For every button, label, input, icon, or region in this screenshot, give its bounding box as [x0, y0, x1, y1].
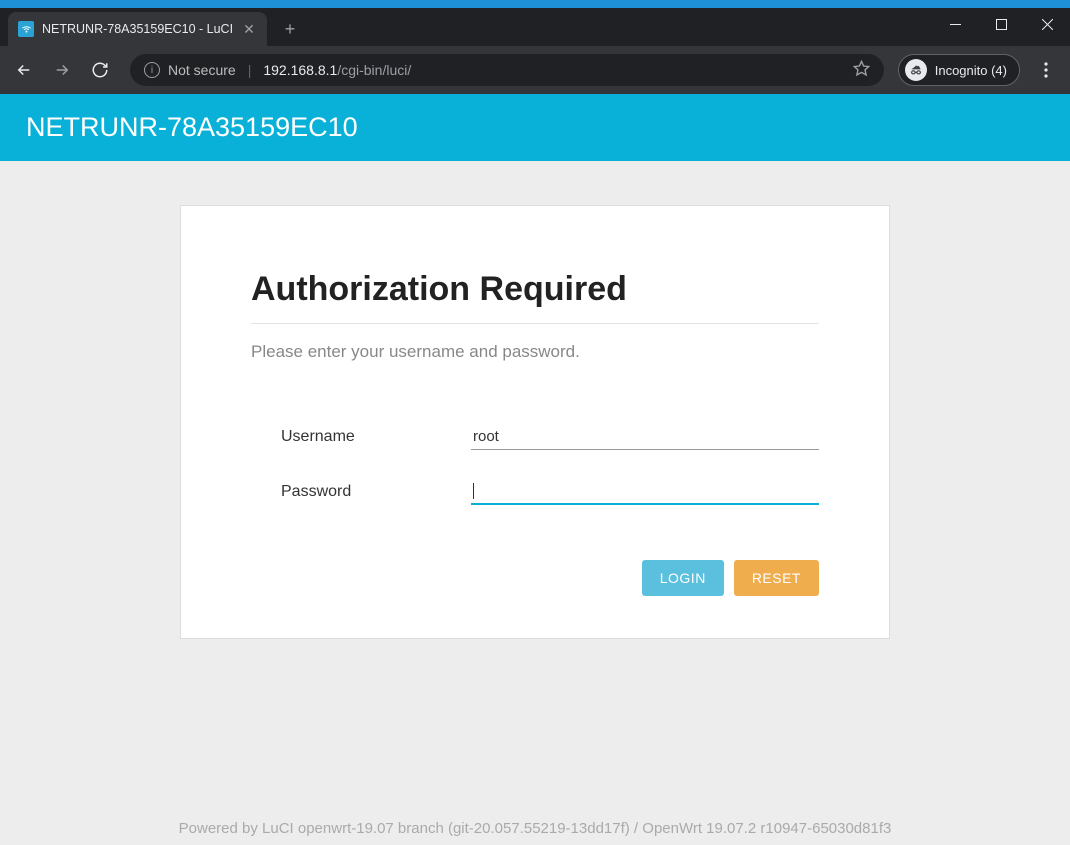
incognito-label: Incognito (4): [935, 63, 1007, 78]
browser-tab-bar: NETRUNR-78A35159EC10 - LuCI ✕ +: [0, 8, 1070, 46]
reload-button[interactable]: [84, 54, 116, 86]
incognito-badge[interactable]: Incognito (4): [898, 54, 1020, 86]
card-subtitle: Please enter your username and password.: [251, 342, 819, 362]
page-title: NETRUNR-78A35159EC10: [26, 112, 358, 142]
window-controls: [932, 8, 1070, 40]
incognito-icon: [905, 59, 927, 81]
window-maximize-button[interactable]: [978, 8, 1024, 40]
browser-menu-button[interactable]: [1030, 54, 1062, 86]
title-divider: [251, 323, 819, 324]
window-minimize-button[interactable]: [932, 8, 978, 40]
favicon-icon: [18, 21, 34, 37]
text-cursor: [473, 483, 474, 499]
username-row: Username: [251, 424, 819, 450]
login-card: Authorization Required Please enter your…: [180, 205, 890, 639]
window-close-button[interactable]: [1024, 8, 1070, 40]
address-bar[interactable]: i Not secure | 192.168.8.1/cgi-bin/luci/: [130, 54, 884, 86]
divider: |: [248, 62, 252, 78]
bookmark-star-icon[interactable]: [853, 60, 870, 80]
security-status: Not secure: [168, 62, 236, 78]
password-row: Password: [251, 478, 819, 505]
site-info-icon[interactable]: i: [144, 62, 160, 78]
forward-button[interactable]: [46, 54, 78, 86]
page-viewport: NETRUNR-78A35159EC10 Authorization Requi…: [0, 94, 1070, 845]
username-input[interactable]: [471, 424, 819, 450]
back-button[interactable]: [8, 54, 40, 86]
footer-text: Powered by LuCI openwrt-19.07 branch (gi…: [0, 820, 1070, 837]
button-row: LOGIN RESET: [251, 560, 819, 596]
browser-tab[interactable]: NETRUNR-78A35159EC10 - LuCI ✕: [8, 12, 267, 46]
password-input[interactable]: [471, 478, 819, 505]
login-button[interactable]: LOGIN: [642, 560, 724, 596]
page-header: NETRUNR-78A35159EC10: [0, 94, 1070, 161]
new-tab-button[interactable]: +: [285, 19, 296, 40]
url-host: 192.168.8.1: [263, 62, 337, 78]
window-accent-bar: [0, 0, 1070, 8]
card-title: Authorization Required: [251, 270, 819, 309]
username-label: Username: [281, 428, 471, 446]
browser-toolbar: i Not secure | 192.168.8.1/cgi-bin/luci/…: [0, 46, 1070, 94]
tab-title: NETRUNR-78A35159EC10 - LuCI: [42, 22, 233, 36]
url-path: /cgi-bin/luci/: [337, 62, 411, 78]
password-label: Password: [281, 483, 471, 501]
tab-close-icon[interactable]: ✕: [241, 21, 257, 38]
reset-button[interactable]: RESET: [734, 560, 819, 596]
